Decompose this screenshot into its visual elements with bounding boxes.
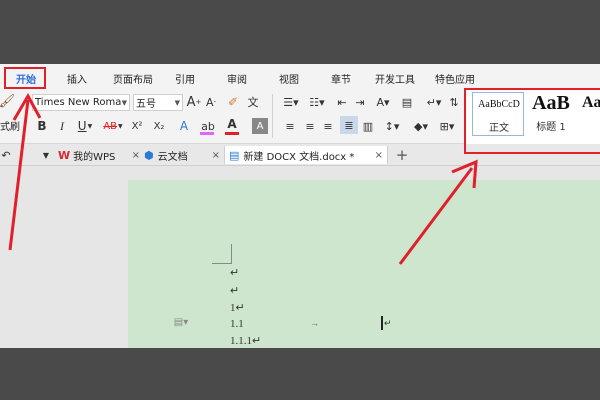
annotation-arrow-right: [398, 159, 478, 265]
annotation-arrow-left: [8, 92, 42, 251]
annotation-arrows: [8, 92, 478, 265]
